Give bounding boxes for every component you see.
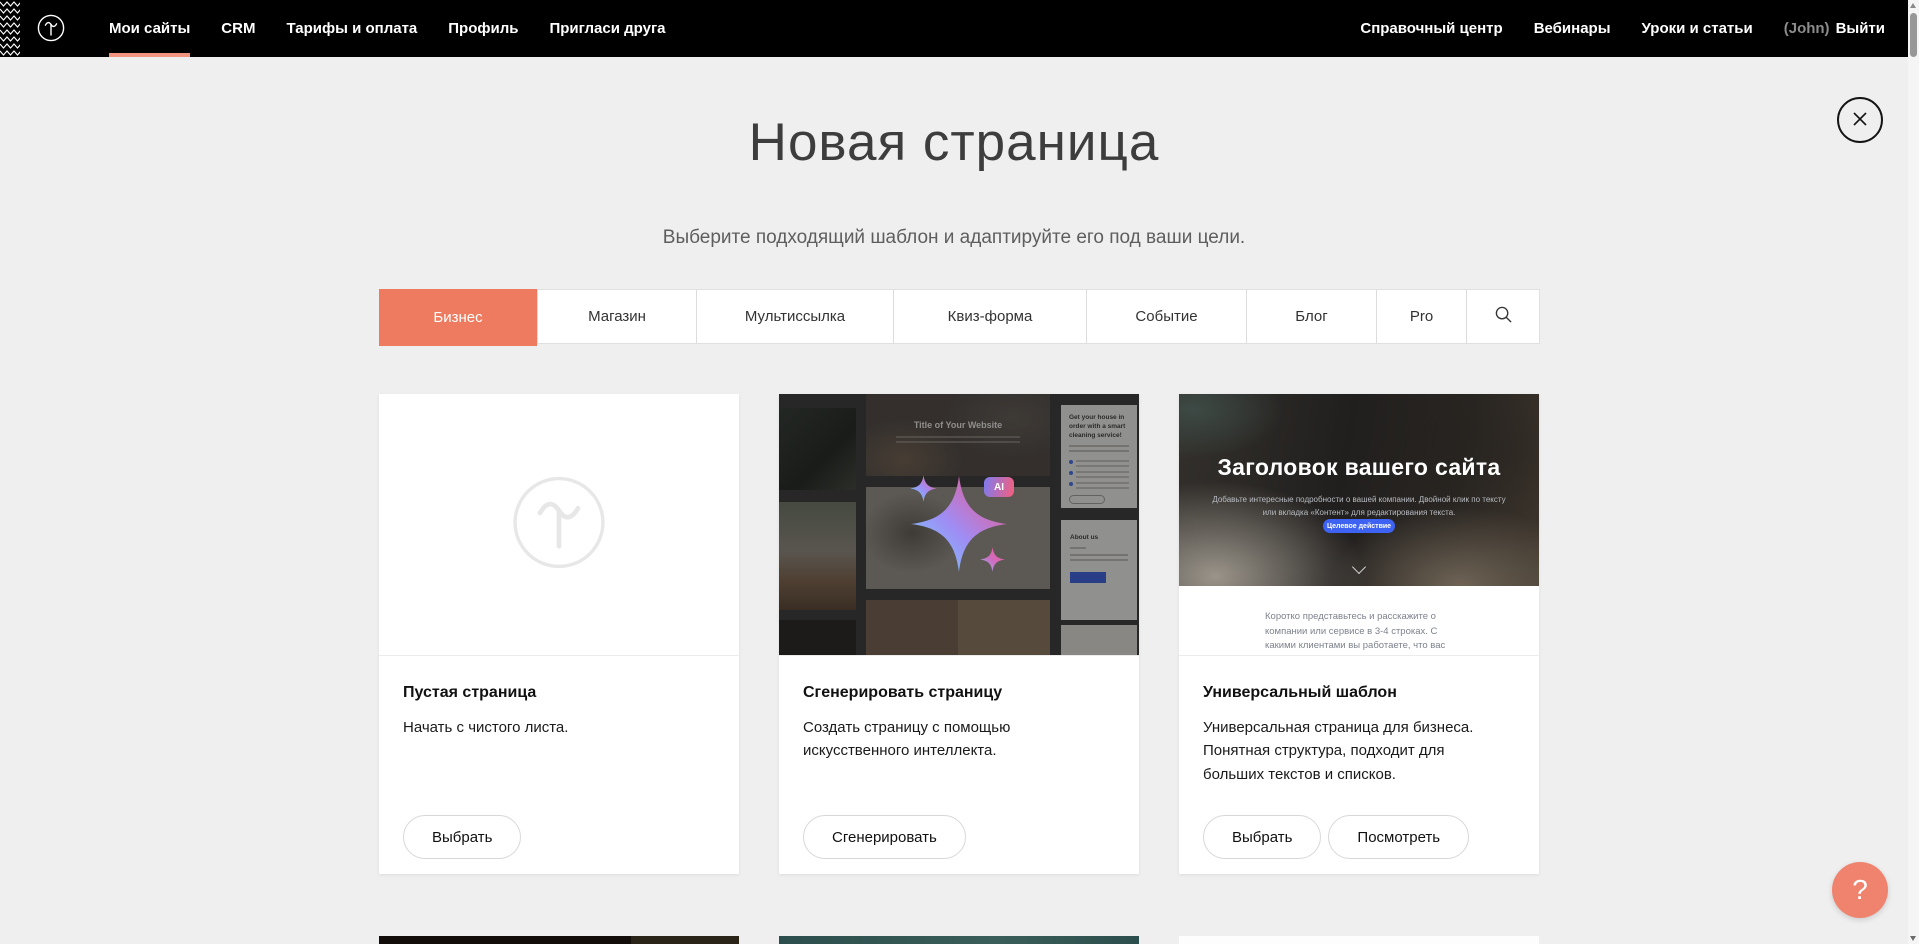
search-icon [1494, 305, 1513, 328]
chevron-down-icon [1352, 560, 1366, 574]
card-blank-page-actions: Выбрать [403, 815, 521, 859]
tilda-logo[interactable] [37, 14, 65, 42]
tab-blog[interactable]: Блог [1246, 290, 1376, 343]
tab-business-label: Бизнес [433, 309, 482, 326]
nav-invite-friend[interactable]: Пригласи друга [549, 0, 665, 57]
tab-event[interactable]: Событие [1086, 290, 1246, 343]
nav-crm-label: CRM [221, 20, 255, 37]
nav-user: (John) Выйти [1784, 0, 1885, 57]
card-blank-page-body: Пустая страница Начать с чистого листа. [379, 656, 739, 739]
card-universal-body: Универсальный шаблон Универсальная стран… [1179, 656, 1539, 786]
scrollbar-down-arrow-icon[interactable] [1910, 936, 1916, 941]
nav-left: Мои сайты CRM Тарифы и оплата Профиль Пр… [109, 0, 666, 57]
nav-my-sites[interactable]: Мои сайты [109, 0, 190, 57]
card-blank-page[interactable]: Пустая страница Начать с чистого листа. … [379, 394, 739, 874]
tab-business[interactable]: Бизнес [379, 289, 537, 346]
template-body-section: Коротко представьтесь и расскажите о ком… [1179, 586, 1539, 656]
card-ai-generate[interactable]: Title of Your Website Get your house in … [779, 394, 1139, 874]
template-hero: Заголовок вашего сайта Добавьте интересн… [1179, 394, 1539, 586]
logout-link[interactable]: Выйти [1836, 20, 1885, 37]
card-ai-generate-actions: Сгенерировать [803, 815, 966, 859]
card-universal-preview: Заголовок вашего сайта Добавьте интересн… [1179, 394, 1539, 656]
card-universal-title: Универсальный шаблон [1203, 684, 1515, 702]
tab-pro-label: Pro [1410, 308, 1433, 325]
nav-right: Справочный центр Вебинары Уроки и статьи… [1360, 0, 1885, 57]
template-cta-button: Целевое действие [1323, 519, 1395, 533]
modal-content: Бизнес Магазин Мультиссылка Квиз-форма С… [379, 0, 1540, 944]
tab-multilink-label: Мультиссылка [745, 308, 845, 325]
tab-shop[interactable]: Магазин [537, 290, 696, 343]
nav-username: (John) [1784, 20, 1830, 37]
card-blank-page-desc: Начать с чистого листа. [403, 716, 703, 739]
nav-help-center-label: Справочный центр [1360, 20, 1502, 37]
top-nav: Мои сайты CRM Тарифы и оплата Профиль Пр… [0, 0, 1919, 57]
card-universal-template[interactable]: Заголовок вашего сайта Добавьте интересн… [1179, 394, 1539, 874]
card-universal-actions: Выбрать Посмотреть [1203, 815, 1469, 859]
nav-help-center[interactable]: Справочный центр [1360, 0, 1502, 57]
card-blank-page-preview [379, 394, 739, 656]
template-hero-subheading: Добавьте интересные подробности о вашей … [1209, 494, 1509, 520]
ai-badge: AI [984, 477, 1014, 497]
card-clipped-1[interactable] [379, 936, 739, 944]
view-universal-button[interactable]: Посмотреть [1328, 815, 1469, 859]
tab-blog-label: Блог [1295, 308, 1327, 325]
tilda-watermark-icon [512, 475, 607, 575]
card-universal-desc: Универсальная страница для бизнеса. Поня… [1203, 716, 1503, 786]
card-ai-generate-preview: Title of Your Website Get your house in … [779, 394, 1139, 656]
card-clipped-2[interactable] [779, 936, 1139, 944]
card-clipped-3[interactable] [1179, 936, 1539, 944]
zigzag-pattern-icon [0, 0, 20, 57]
tab-shop-label: Магазин [588, 308, 646, 325]
nav-lessons-label: Уроки и статьи [1642, 20, 1753, 37]
help-button[interactable]: ? [1832, 862, 1888, 918]
ai-collage: Title of Your Website Get your house in … [779, 394, 1139, 655]
template-hero-heading: Заголовок вашего сайта [1179, 454, 1539, 481]
tab-event-label: Событие [1135, 308, 1197, 325]
nav-tariffs[interactable]: Тарифы и оплата [286, 0, 417, 57]
scrollbar-thumb[interactable] [1910, 13, 1917, 57]
nav-webinars[interactable]: Вебинары [1534, 0, 1611, 57]
nav-my-sites-label: Мои сайты [109, 20, 190, 37]
card-ai-generate-title: Сгенерировать страницу [803, 684, 1115, 702]
card-ai-generate-desc: Создать страницу с помощью искусственног… [803, 716, 1103, 763]
template-category-tabs: Бизнес Магазин Мультиссылка Квиз-форма С… [379, 289, 1540, 344]
choose-universal-button[interactable]: Выбрать [1203, 815, 1321, 859]
nav-tariffs-label: Тарифы и оплата [286, 20, 417, 37]
tab-pro[interactable]: Pro [1376, 290, 1466, 343]
nav-profile[interactable]: Профиль [448, 0, 518, 57]
nav-webinars-label: Вебинары [1534, 20, 1611, 37]
tab-quiz-form[interactable]: Квиз-форма [893, 290, 1086, 343]
nav-profile-label: Профиль [448, 20, 518, 37]
template-cards-row: Пустая страница Начать с чистого листа. … [379, 394, 1540, 874]
tab-multilink[interactable]: Мультиссылка [696, 290, 893, 343]
nav-crm[interactable]: CRM [221, 0, 255, 57]
template-cards-row-2 [379, 936, 1540, 944]
sparkle-small-bottom-icon [980, 547, 1005, 572]
tab-search[interactable] [1466, 290, 1539, 343]
generate-button[interactable]: Сгенерировать [803, 815, 966, 859]
nav-lessons[interactable]: Уроки и статьи [1642, 0, 1753, 57]
close-button[interactable] [1837, 97, 1883, 143]
card-blank-page-title: Пустая страница [403, 684, 715, 702]
nav-invite-friend-label: Пригласи друга [549, 20, 665, 37]
scrollbar[interactable] [1908, 0, 1919, 944]
scrollbar-up-arrow-icon[interactable] [1910, 3, 1916, 8]
template-body-text: Коротко представьтесь и расскажите о ком… [1265, 610, 1461, 656]
tab-quiz-form-label: Квиз-форма [948, 308, 1033, 325]
choose-blank-button[interactable]: Выбрать [403, 815, 521, 859]
card-ai-generate-body: Сгенерировать страницу Создать страницу … [779, 656, 1139, 763]
close-icon [1850, 109, 1870, 132]
